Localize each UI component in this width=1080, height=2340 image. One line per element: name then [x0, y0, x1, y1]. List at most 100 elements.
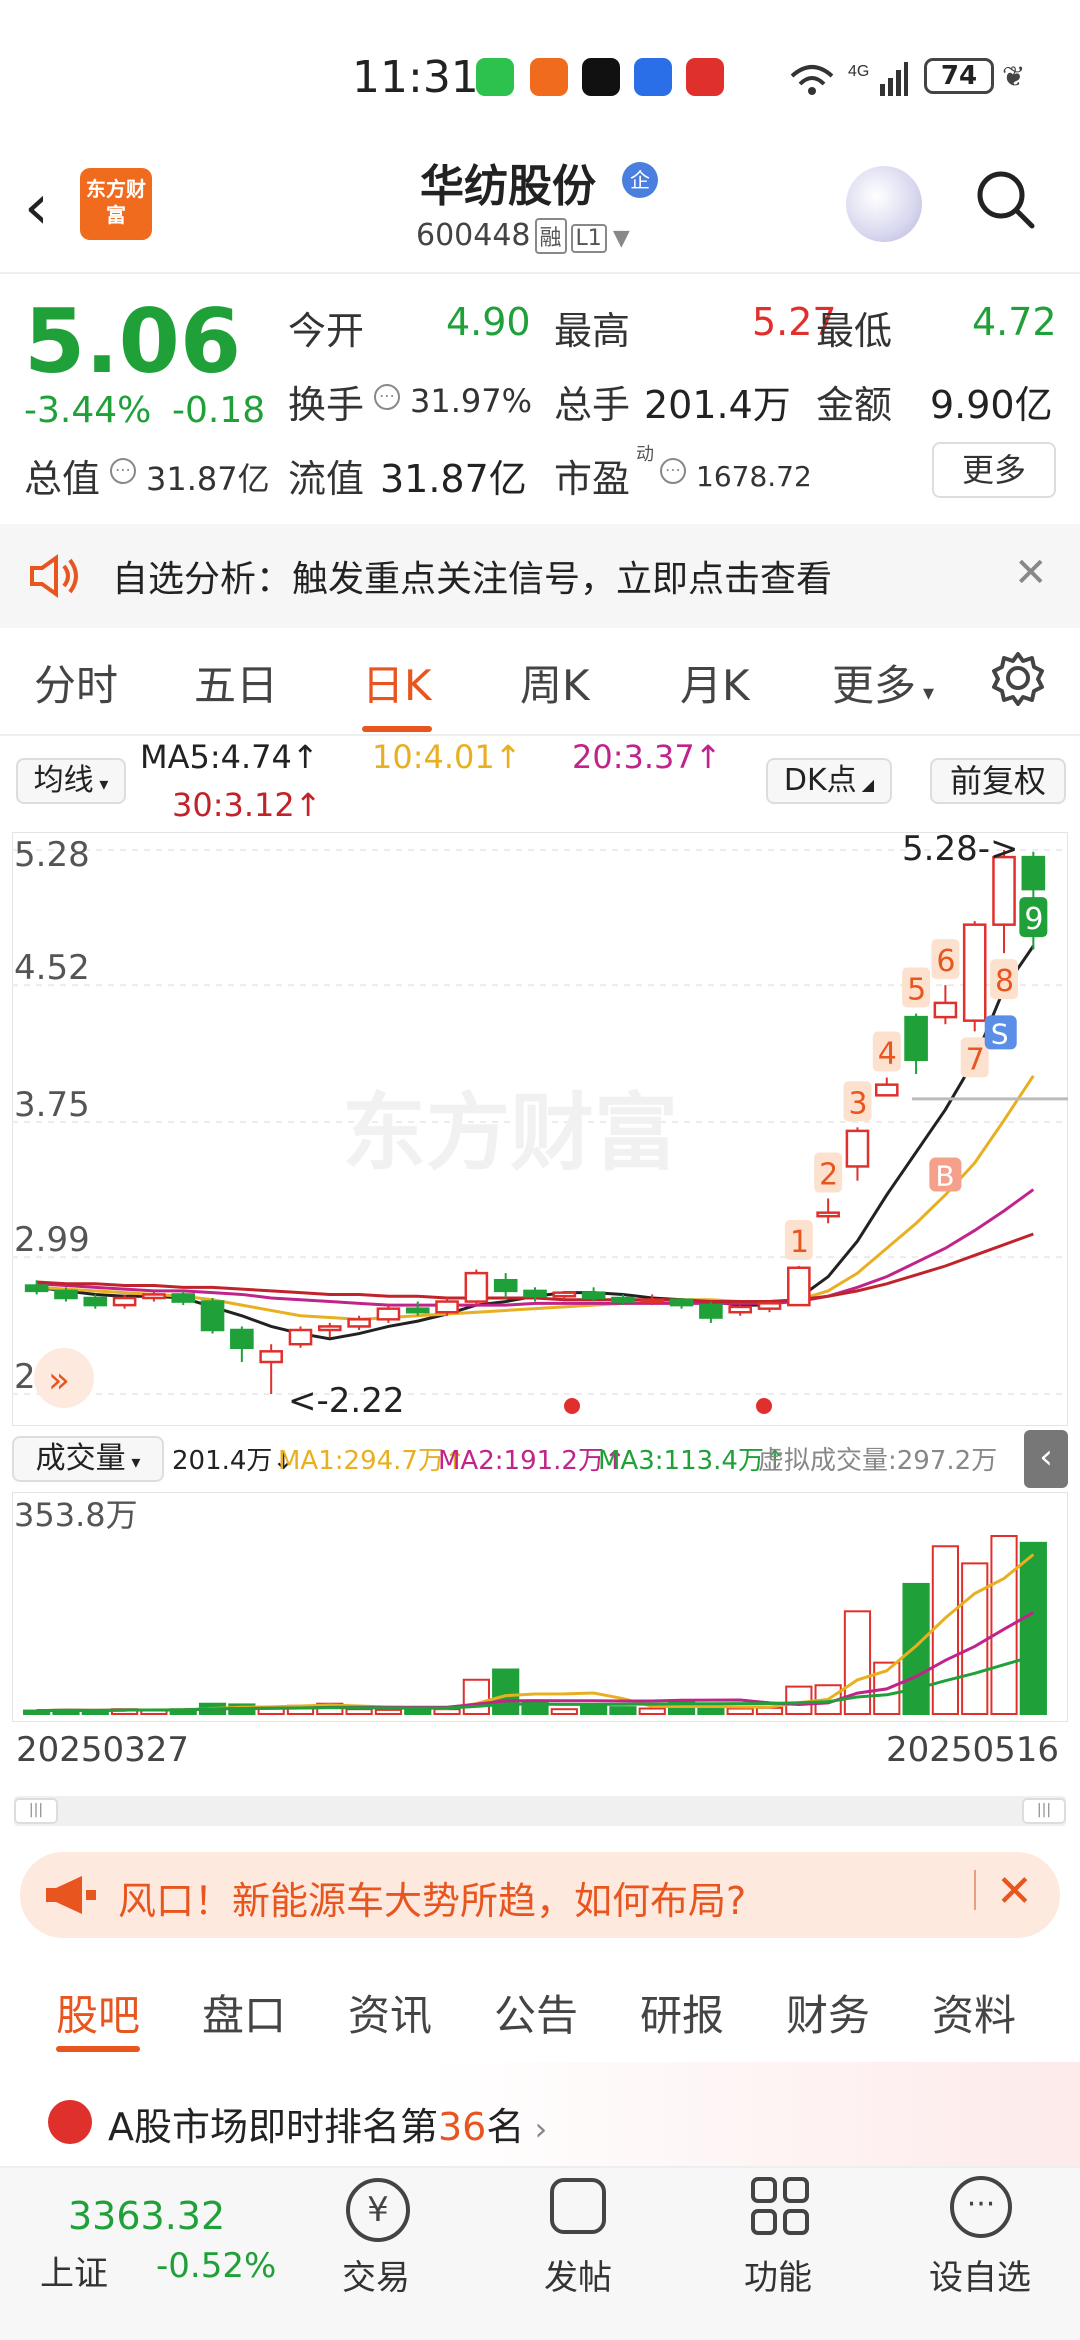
volume-bar[interactable] [961, 1562, 989, 1715]
candle[interactable] [142, 1293, 166, 1300]
tab-weekly-k[interactable]: 周K [520, 652, 590, 713]
close-icon[interactable]: ✕ [996, 1866, 1033, 1917]
candle[interactable] [317, 1325, 342, 1332]
candle[interactable] [54, 1289, 78, 1300]
info-icon[interactable]: ⋯ [374, 384, 400, 410]
tab-profile[interactable]: 资料 [932, 1982, 1016, 2043]
candle[interactable] [112, 1296, 137, 1307]
event-dot[interactable] [564, 1398, 580, 1414]
nav-functions[interactable]: 功能 [698, 2250, 858, 2299]
edit-icon[interactable] [550, 2178, 606, 2234]
more-button[interactable]: 更多 [932, 442, 1056, 498]
candle[interactable] [435, 1300, 459, 1314]
search-icon[interactable] [974, 168, 1036, 230]
candle[interactable] [200, 1300, 225, 1332]
range-handle-left[interactable]: ||| [14, 1798, 58, 1824]
tab-news[interactable]: 资讯 [348, 1982, 432, 2043]
range-handle-right[interactable]: ||| [1022, 1798, 1066, 1824]
candle[interactable] [493, 1278, 518, 1293]
candle[interactable] [787, 1266, 811, 1307]
index-change[interactable]: -0.52% [156, 2246, 276, 2286]
tab-daily-k[interactable]: 日K [362, 652, 432, 713]
indicator-selector[interactable]: 成交量 ▾ [12, 1436, 164, 1482]
dropdown-icon[interactable]: ▼ [613, 226, 630, 251]
nav-add-watchlist[interactable]: 设自选 [900, 2250, 1060, 2299]
nav-post[interactable]: 发帖 [498, 2250, 658, 2299]
tab-more[interactable]: 更多 ▾ [832, 652, 934, 713]
candle[interactable] [699, 1303, 723, 1319]
volume-bar[interactable] [580, 1704, 608, 1716]
tab-forum[interactable]: 股吧 [56, 1982, 140, 2043]
more-dots-icon[interactable]: ··· [950, 2176, 1012, 2238]
tab-five-day[interactable]: 五日 [194, 652, 278, 713]
trade-icon[interactable]: ¥ [346, 2178, 410, 2242]
candle[interactable] [259, 1350, 283, 1364]
candle[interactable] [816, 1211, 840, 1218]
volume-chart[interactable]: 353.8万 [12, 1492, 1068, 1722]
candle[interactable] [523, 1289, 547, 1298]
candle[interactable] [405, 1307, 430, 1314]
info-icon[interactable]: ⋯ [660, 458, 686, 484]
volume-bar[interactable] [404, 1708, 432, 1715]
volume-bar[interactable] [345, 1708, 373, 1715]
volume-bar[interactable] [697, 1707, 725, 1715]
candle[interactable] [24, 1284, 49, 1293]
candle[interactable] [669, 1298, 694, 1307]
candle[interactable] [611, 1296, 635, 1303]
tab-research[interactable]: 研报 [640, 1982, 724, 2043]
candle[interactable] [376, 1307, 401, 1321]
double-chevron-icon[interactable]: » [48, 1360, 70, 1401]
tab-orderbook[interactable]: 盘口 [202, 1982, 286, 2043]
gear-icon[interactable] [990, 650, 1046, 706]
kline-chart[interactable]: 东方财富 123456789BS 5.284.523.752.992.22 5.… [12, 832, 1068, 1426]
candle[interactable] [83, 1296, 108, 1307]
volume-bar[interactable] [931, 1545, 960, 1716]
index-name[interactable]: 上证 [40, 2246, 108, 2295]
candle[interactable] [728, 1305, 753, 1314]
tab-monthly-k[interactable]: 月K [680, 652, 750, 713]
tab-financials[interactable]: 财务 [786, 1982, 870, 2043]
volume-bar[interactable] [1019, 1541, 1047, 1715]
adjust-button[interactable]: 前复权 [930, 758, 1066, 804]
volume-bar[interactable] [433, 1708, 461, 1715]
assistant-avatar[interactable] [846, 166, 922, 242]
back-icon[interactable]: ‹ [24, 170, 49, 243]
index-value[interactable]: 3363.32 [68, 2194, 225, 2238]
volume-bar[interactable] [638, 1707, 666, 1715]
ma-selector[interactable]: 均线 ▾ [16, 758, 126, 804]
candle[interactable] [347, 1318, 371, 1328]
candle[interactable] [640, 1298, 665, 1304]
candle[interactable] [171, 1293, 196, 1303]
dk-button[interactable]: DK点 ◢ [766, 758, 892, 804]
nav-trade[interactable]: 交易 [296, 2250, 456, 2299]
volume-bar[interactable] [492, 1668, 520, 1715]
tab-intraday[interactable]: 分时 [34, 652, 118, 713]
close-icon[interactable]: ✕ [1014, 550, 1048, 596]
candle[interactable] [464, 1271, 489, 1303]
tab-announcements[interactable]: 公告 [494, 1982, 578, 2043]
grid-icon[interactable] [750, 2176, 810, 2236]
candle[interactable] [552, 1291, 577, 1298]
event-dot[interactable] [756, 1398, 772, 1414]
candle[interactable] [933, 1001, 958, 1019]
volume-bar[interactable] [726, 1707, 754, 1715]
candle[interactable] [874, 1083, 899, 1097]
range-scrollbar[interactable]: ||| ||| [14, 1796, 1066, 1826]
promo-text[interactable]: 风口！新能源车大势所趋，如何布局? [118, 1870, 746, 1925]
volume-bar[interactable] [550, 1708, 578, 1715]
candle[interactable] [230, 1328, 254, 1350]
volume-bar[interactable] [902, 1582, 930, 1715]
volume-bar[interactable] [755, 1706, 784, 1715]
alert-text[interactable]: 自选分析：触发重点关注信号，立即点击查看 [112, 550, 832, 602]
volume-bar[interactable] [609, 1706, 637, 1715]
volume-bar[interactable] [374, 1708, 403, 1715]
candle[interactable] [962, 923, 987, 1022]
ranking-text[interactable]: A股市场即时排名第36名 › [108, 2096, 547, 2151]
candle[interactable] [1021, 855, 1046, 891]
candle[interactable] [904, 1015, 928, 1062]
candle[interactable] [581, 1291, 606, 1300]
candle[interactable] [845, 1129, 870, 1168]
app-logo[interactable]: 东方财富 [80, 168, 152, 240]
candle[interactable] [757, 1302, 782, 1310]
collapse-icon[interactable]: ‹ [1024, 1430, 1068, 1488]
